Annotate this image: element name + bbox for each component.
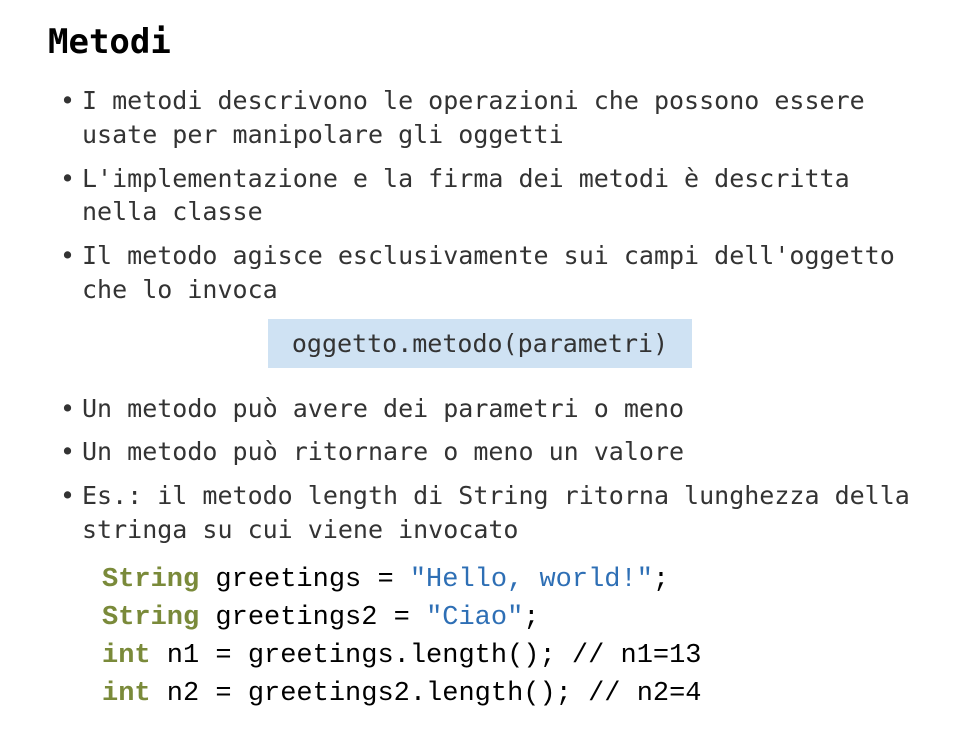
code-text: greetings2 = <box>199 603 426 633</box>
syntax-callout: oggetto.metodo(parametri) <box>268 319 692 368</box>
bullet-item: Es.: il metodo length di String ritorna … <box>60 479 912 547</box>
keyword: int <box>102 641 151 671</box>
bullet-item: Un metodo può avere dei parametri o meno <box>60 392 912 426</box>
bullet-item: Il metodo agisce esclusivamente sui camp… <box>60 239 912 307</box>
bullet-item: Un metodo può ritornare o meno un valore <box>60 435 912 469</box>
code-block: String greetings = "Hello, world!"; Stri… <box>102 561 912 714</box>
code-line: String greetings = "Hello, world!"; <box>102 561 912 599</box>
keyword: String <box>102 603 199 633</box>
code-text: n2 = greetings2.length(); // n2=4 <box>151 679 702 709</box>
bullets-bottom: Un metodo può avere dei parametri o meno… <box>48 392 912 547</box>
bullets-top: I metodi descrivono le operazioni che po… <box>48 84 912 307</box>
code-line: int n1 = greetings.length(); // n1=13 <box>102 637 912 675</box>
page-title: Metodi <box>48 22 912 62</box>
code-text: n1 = greetings.length(); // n1=13 <box>151 641 702 671</box>
string-literal: "Hello, world!" <box>410 565 653 595</box>
code-text: ; <box>653 565 669 595</box>
code-line: String greetings2 = "Ciao"; <box>102 599 912 637</box>
keyword: String <box>102 565 199 595</box>
code-line: int n2 = greetings2.length(); // n2=4 <box>102 675 912 713</box>
slide: Metodi I metodi descrivono le operazioni… <box>0 0 960 714</box>
bullet-item: L'implementazione e la firma dei metodi … <box>60 162 912 230</box>
callout-row: oggetto.metodo(parametri) <box>48 319 912 368</box>
keyword: int <box>102 679 151 709</box>
code-text: ; <box>523 603 539 633</box>
bullet-item: I metodi descrivono le operazioni che po… <box>60 84 912 152</box>
string-literal: "Ciao" <box>426 603 523 633</box>
code-text: greetings = <box>199 565 410 595</box>
